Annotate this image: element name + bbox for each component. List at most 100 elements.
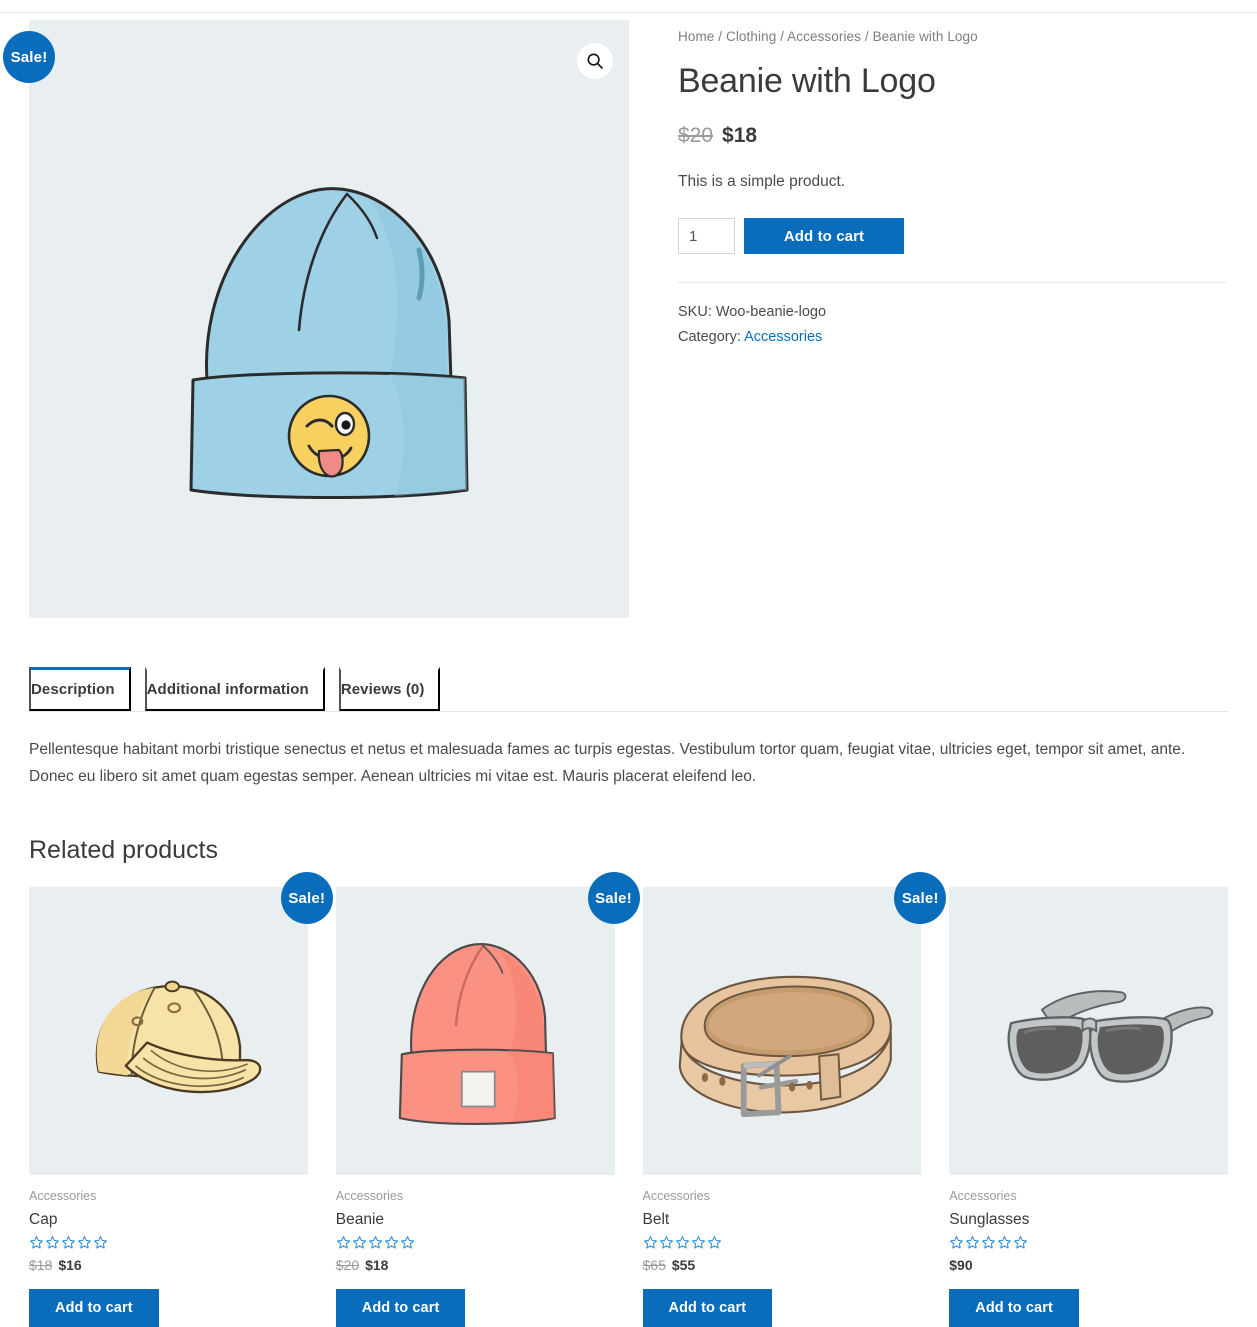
product-image-beanie-with-logo[interactable] [29, 20, 629, 618]
product-card-price: $18 $16 [29, 1257, 308, 1273]
breadcrumb-item-accessories[interactable]: Accessories [787, 29, 861, 44]
add-to-cart-button[interactable]: Add to cart [949, 1289, 1079, 1327]
product-card-cap: Sale! Accessories Cap $18 $16 Add to car… [29, 872, 333, 1327]
product-sku: SKU: Woo-beanie-logo [678, 300, 1237, 325]
product-page: Sale! Home / Clothing / Accessories / Be… [0, 0, 1257, 1327]
price-sale: $55 [671, 1257, 696, 1274]
product-price: $20 $18 [678, 124, 1237, 148]
product-card-title[interactable]: Cap [29, 1211, 308, 1229]
add-to-cart-form: Add to cart [678, 218, 1237, 255]
star-rating [949, 1235, 1228, 1250]
product-image-beanie[interactable] [335, 887, 615, 1175]
related-products-section: Related products Sale! Accessories Cap $… [0, 836, 1257, 1327]
star-icon [643, 1236, 657, 1249]
product-summary-column: Home / Clothing / Accessories / Beanie w… [630, 20, 1257, 618]
product-image-sunglasses[interactable] [949, 887, 1228, 1175]
product-card-price: $20 $18 [336, 1257, 615, 1273]
related-products-heading: Related products [29, 836, 219, 865]
star-icon [46, 1236, 59, 1249]
product-card-image-wrap[interactable]: Sale! [29, 872, 333, 1176]
star-icon [94, 1236, 107, 1249]
sku-value: Woo-beanie-logo [715, 304, 827, 321]
product-image-belt[interactable] [642, 887, 922, 1175]
product-gallery: Sale! [3, 20, 629, 618]
price-original: $20 [678, 123, 714, 147]
quantity-input[interactable] [678, 218, 735, 255]
product-card-category: Accessories [335, 1189, 404, 1204]
product-card-title[interactable]: Sunglasses [949, 1211, 1228, 1229]
product-tabs-list: Description Additional information Revie… [29, 667, 1228, 712]
product-short-description: This is a simple product. [678, 172, 846, 190]
star-icon [982, 1236, 996, 1249]
breadcrumb-item-home[interactable]: Home [678, 29, 714, 44]
star-icon [30, 1236, 43, 1249]
star-icon [659, 1236, 673, 1249]
star-icon [384, 1236, 398, 1249]
sale-badge: Sale! [587, 872, 640, 925]
breadcrumb-item-clothing[interactable]: Clothing [726, 29, 776, 44]
sale-badge: Sale! [3, 31, 55, 83]
sale-badge: Sale! [894, 872, 947, 925]
star-rating [336, 1235, 615, 1250]
add-to-cart-button[interactable]: Add to cart [29, 1289, 159, 1327]
star-icon [707, 1236, 721, 1249]
product-card-sunglasses: Accessories Sunglasses $90 Add to cart [949, 887, 1228, 1327]
sale-badge: Sale! [280, 872, 333, 925]
price-original: $65 [642, 1257, 666, 1274]
tab-additional-information[interactable]: Additional information [144, 667, 325, 711]
star-icon [1014, 1236, 1028, 1249]
star-icon [352, 1236, 366, 1249]
sku-label: SKU: [678, 304, 712, 321]
product-card-image-wrap[interactable]: Sale! [335, 872, 640, 1176]
image-zoom-button[interactable] [577, 43, 613, 79]
search-icon [587, 53, 603, 69]
product-main-section: Sale! Home / Clothing / Accessories / Be… [0, 0, 1257, 618]
meta-divider [678, 282, 1226, 284]
product-card-belt: Sale! Accessories Belt $65 $55 Add to ca… [642, 872, 947, 1327]
breadcrumb-sep: / [861, 29, 873, 44]
product-meta: SKU: Woo-beanie-logo Category: Accessori… [678, 300, 1237, 351]
category-label: Category: [678, 329, 741, 346]
price-original: $20 [335, 1257, 360, 1274]
tab-reviews[interactable]: Reviews (0) [338, 667, 441, 711]
product-card-title[interactable]: Beanie [336, 1211, 615, 1229]
breadcrumb-item-current: Beanie with Logo [872, 29, 978, 44]
star-icon [62, 1236, 75, 1249]
price-original: $18 [29, 1257, 53, 1274]
product-card-image-wrap[interactable]: Sale! [642, 872, 947, 1176]
add-to-cart-button[interactable]: Add to cart [335, 1289, 466, 1327]
product-card-image-wrap[interactable] [949, 887, 1228, 1176]
product-card-price: $65 $55 [643, 1257, 922, 1273]
star-icon [336, 1236, 350, 1249]
product-image-cap[interactable] [29, 887, 308, 1175]
price-sale: $16 [58, 1257, 82, 1274]
star-icon [998, 1236, 1012, 1249]
price-sale: $18 [722, 123, 758, 147]
product-gallery-column: Sale! [0, 20, 630, 618]
related-products-grid: Sale! Accessories Cap $18 $16 Add to car… [29, 872, 1228, 1327]
product-card-category: Accessories [642, 1189, 710, 1204]
price-sale: $90 [949, 1257, 973, 1274]
page-title: Beanie with Logo [678, 62, 936, 100]
star-icon [691, 1236, 705, 1249]
product-category: Category: Accessories [678, 325, 1237, 350]
product-card-category: Accessories [29, 1189, 97, 1204]
star-icon [400, 1236, 414, 1249]
product-card-title[interactable]: Belt [643, 1211, 922, 1229]
star-icon [675, 1236, 689, 1249]
product-tabs-section: Description Additional information Revie… [0, 667, 1257, 790]
price-sale: $18 [365, 1257, 389, 1274]
star-rating [29, 1235, 308, 1250]
breadcrumb: Home / Clothing / Accessories / Beanie w… [678, 29, 1237, 44]
star-icon [78, 1236, 91, 1249]
add-to-cart-button[interactable]: Add to cart [744, 218, 904, 255]
star-icon [950, 1236, 964, 1249]
product-card-beanie: Sale! Accessories Beanie $20 $18 Add to … [335, 872, 640, 1327]
add-to-cart-button[interactable]: Add to cart [642, 1289, 773, 1327]
tab-description[interactable]: Description [29, 667, 131, 711]
category-link-accessories[interactable]: Accessories [744, 329, 822, 345]
tab-panel-description: Pellentesque habitant morbi tristique se… [29, 741, 1186, 786]
star-icon [368, 1236, 382, 1249]
star-rating [643, 1235, 922, 1250]
product-card-category: Accessories [949, 1189, 1017, 1204]
